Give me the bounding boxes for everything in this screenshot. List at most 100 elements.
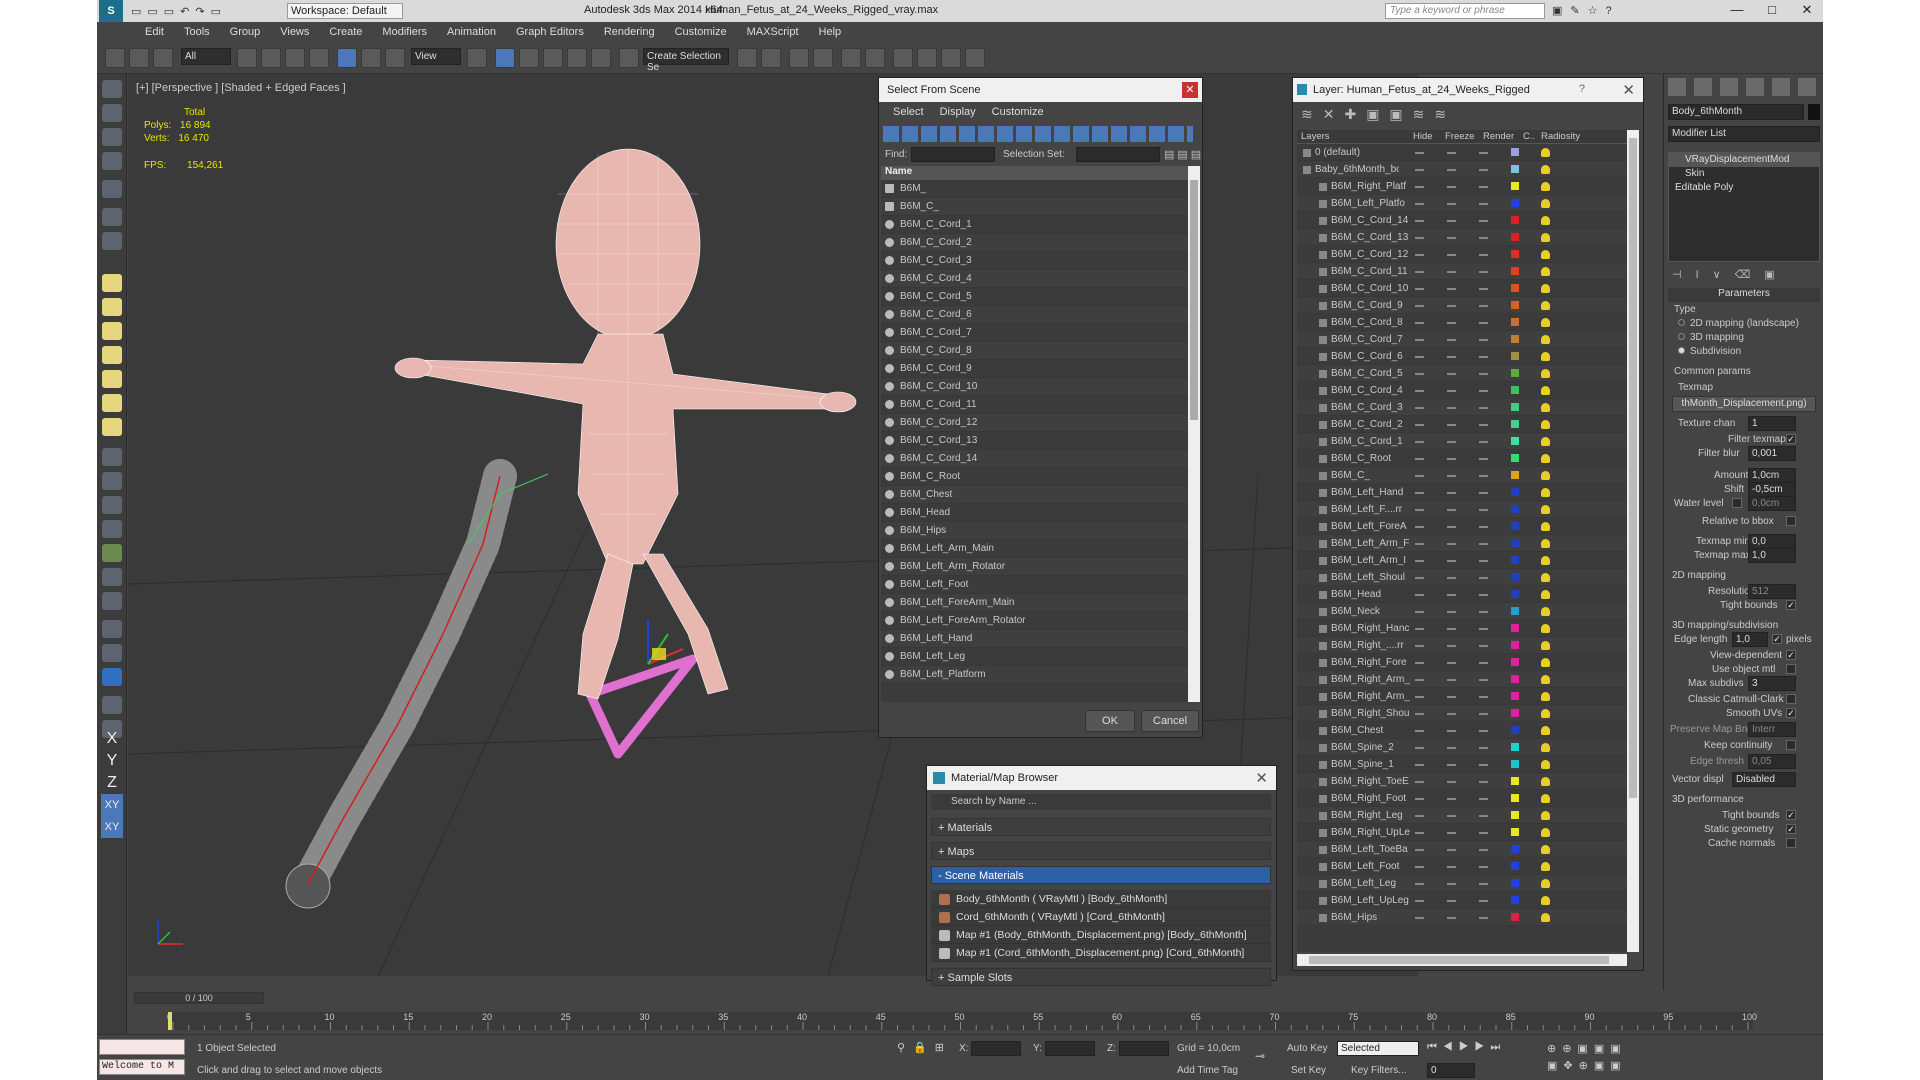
freeze-toggle[interactable] bbox=[1447, 186, 1456, 188]
particles-icon[interactable] bbox=[102, 448, 122, 466]
render-toggle[interactable] bbox=[1479, 764, 1488, 766]
ball-icon[interactable] bbox=[102, 620, 122, 638]
radiosity-bulb-icon[interactable] bbox=[1541, 369, 1550, 378]
filter-texmap-checkbox[interactable]: ✓ bbox=[1786, 434, 1796, 444]
render-toggle[interactable] bbox=[1479, 883, 1488, 885]
layer-row[interactable]: B6M_Left_ToeBa bbox=[1297, 841, 1627, 858]
radiosity-bulb-icon[interactable] bbox=[1541, 352, 1550, 361]
render-toggle[interactable] bbox=[1479, 305, 1488, 307]
current-frame-field[interactable]: 0 bbox=[1427, 1063, 1475, 1078]
layer-color-swatch[interactable] bbox=[1511, 284, 1519, 292]
layer-group-row[interactable]: Baby_6thMonth_bo bbox=[1297, 161, 1627, 178]
freeze-toggle[interactable] bbox=[1447, 577, 1456, 579]
radiosity-bulb-icon[interactable] bbox=[1541, 386, 1550, 395]
layer-color-swatch[interactable] bbox=[1511, 896, 1519, 904]
hide-toggle[interactable] bbox=[1415, 509, 1424, 511]
edge-length-spinner[interactable]: 1,0 bbox=[1732, 632, 1768, 647]
hide-toggle[interactable] bbox=[1415, 611, 1424, 613]
freeze-toggle[interactable] bbox=[1447, 373, 1456, 375]
axis-constraint-x-0[interactable]: X bbox=[101, 728, 123, 750]
freeze-toggle[interactable] bbox=[1447, 696, 1456, 698]
set-key-button[interactable]: Set Key bbox=[1291, 1065, 1326, 1076]
scale-icon[interactable] bbox=[385, 48, 405, 68]
freeze-toggle[interactable] bbox=[1447, 424, 1456, 426]
render-toggle[interactable] bbox=[1479, 866, 1488, 868]
layer-row[interactable]: B6M_C_Root bbox=[1297, 450, 1627, 467]
layer-color-swatch[interactable] bbox=[1511, 420, 1519, 428]
sun-icon[interactable] bbox=[102, 394, 122, 412]
radiosity-bulb-icon[interactable] bbox=[1541, 692, 1550, 701]
maxscript-mini[interactable] bbox=[99, 1039, 185, 1055]
modifier-stack-item[interactable]: Skin bbox=[1669, 167, 1819, 181]
radiosity-bulb-icon[interactable] bbox=[1541, 437, 1550, 446]
move-icon[interactable] bbox=[337, 48, 357, 68]
layer-color-swatch[interactable] bbox=[1511, 862, 1519, 870]
select-cancel-button[interactable]: Cancel bbox=[1141, 710, 1199, 732]
amount-spinner[interactable]: 1,0cm bbox=[1748, 468, 1796, 483]
freeze-toggle[interactable] bbox=[1447, 764, 1456, 766]
layer-color-swatch[interactable] bbox=[1511, 165, 1519, 173]
cone-icon[interactable] bbox=[102, 370, 122, 388]
hide-toggle[interactable] bbox=[1415, 713, 1424, 715]
radiosity-bulb-icon[interactable] bbox=[1541, 607, 1550, 616]
layer-color-swatch[interactable] bbox=[1511, 777, 1519, 785]
render-toggle[interactable] bbox=[1479, 594, 1488, 596]
radio-subdivision[interactable] bbox=[1678, 347, 1685, 354]
hide-toggle[interactable] bbox=[1415, 390, 1424, 392]
menu-animation[interactable]: Animation bbox=[447, 26, 496, 38]
hide-toggle[interactable] bbox=[1415, 883, 1424, 885]
radiosity-bulb-icon[interactable] bbox=[1541, 318, 1550, 327]
axis-constraint-xy-4[interactable]: XY bbox=[101, 816, 123, 838]
render-frame-icon[interactable] bbox=[102, 104, 122, 122]
app-logo-icon[interactable]: S bbox=[99, 0, 123, 22]
scene-object-row[interactable]: B6M_C_Cord_1 bbox=[881, 216, 1188, 234]
relative-bbox-checkbox[interactable] bbox=[1786, 516, 1796, 526]
layer-col-layers[interactable]: Layers bbox=[1301, 131, 1330, 142]
axis-constraint-z-2[interactable]: Z bbox=[101, 772, 123, 794]
layer-hscrollbar[interactable] bbox=[1297, 954, 1627, 966]
render-toggle[interactable] bbox=[1479, 577, 1488, 579]
percent-snap-icon[interactable] bbox=[567, 48, 587, 68]
freeze-toggle[interactable] bbox=[1447, 475, 1456, 477]
modifier-list-dropdown[interactable]: Modifier List bbox=[1668, 126, 1820, 142]
workspace-dropdown[interactable]: Workspace: Default bbox=[287, 3, 403, 19]
max-subdivs-spinner[interactable]: 3 bbox=[1748, 676, 1796, 691]
render-toggle[interactable] bbox=[1479, 152, 1488, 154]
freeze-toggle[interactable] bbox=[1447, 594, 1456, 596]
render-toggle[interactable] bbox=[1479, 611, 1488, 613]
freeze-toggle[interactable] bbox=[1447, 407, 1456, 409]
texmap-button[interactable]: thMonth_Displacement.png) bbox=[1672, 396, 1816, 412]
radiosity-bulb-icon[interactable] bbox=[1541, 845, 1550, 854]
layer-color-swatch[interactable] bbox=[1511, 148, 1519, 156]
scene-object-row[interactable]: B6M_C_Cord_8 bbox=[881, 342, 1188, 360]
layer-row[interactable]: B6M_C_Cord_4 bbox=[1297, 382, 1627, 399]
freeze-toggle[interactable] bbox=[1447, 169, 1456, 171]
select-by-name-icon[interactable] bbox=[261, 48, 281, 68]
radiosity-bulb-icon[interactable] bbox=[1541, 556, 1550, 565]
scene-object-row[interactable]: B6M_C_Cord_14 bbox=[881, 450, 1188, 468]
layer-color-swatch[interactable] bbox=[1511, 488, 1519, 496]
hide-toggle[interactable] bbox=[1415, 271, 1424, 273]
render-toggle[interactable] bbox=[1479, 288, 1488, 290]
selection-set-dropdown[interactable] bbox=[1076, 147, 1160, 162]
layer-color-swatch[interactable] bbox=[1511, 556, 1519, 564]
auto-key-button[interactable]: Auto Key bbox=[1287, 1043, 1328, 1054]
layer-color-swatch[interactable] bbox=[1511, 454, 1519, 462]
radiosity-bulb-icon[interactable] bbox=[1541, 777, 1550, 786]
pyramid-icon[interactable] bbox=[102, 496, 122, 514]
freeze-toggle[interactable] bbox=[1447, 543, 1456, 545]
hide-toggle[interactable] bbox=[1415, 866, 1424, 868]
freeze-toggle[interactable] bbox=[1447, 203, 1456, 205]
freeze-toggle[interactable] bbox=[1447, 662, 1456, 664]
freeze-toggle[interactable] bbox=[1447, 458, 1456, 460]
freeze-toggle[interactable] bbox=[1447, 356, 1456, 358]
camera-icon[interactable] bbox=[102, 208, 122, 226]
scene-object-row[interactable]: B6M_ bbox=[881, 180, 1188, 198]
menu-help[interactable]: Help bbox=[819, 26, 842, 38]
layer-row[interactable]: B6M_Right_Fore bbox=[1297, 654, 1627, 671]
layer-scrollbar-thumb[interactable] bbox=[1629, 138, 1637, 798]
radiosity-bulb-icon[interactable] bbox=[1541, 743, 1550, 752]
freeze-toggle[interactable] bbox=[1447, 883, 1456, 885]
layer-color-swatch[interactable] bbox=[1511, 522, 1519, 530]
object-color-swatch[interactable] bbox=[1808, 104, 1820, 120]
